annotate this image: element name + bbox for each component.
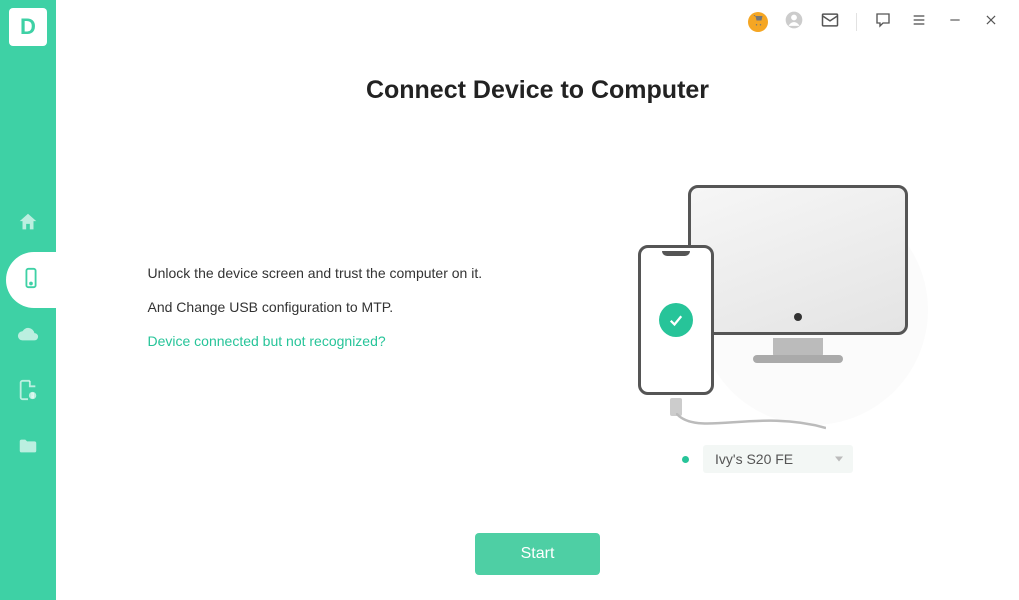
account-icon [784, 10, 804, 35]
device-illustration [618, 165, 918, 425]
illustration-column: Ivy's S20 FE [608, 165, 928, 473]
phone-icon [20, 267, 42, 294]
cart-button[interactable] [748, 12, 768, 32]
titlebar-divider [856, 13, 857, 31]
menu-icon [911, 12, 927, 33]
file-alert-icon: ! [17, 379, 39, 406]
status-dot [682, 456, 689, 463]
mail-icon [820, 10, 840, 35]
device-row: Ivy's S20 FE [682, 445, 853, 473]
cloud-icon [17, 323, 39, 350]
feedback-icon [874, 11, 892, 34]
instruction-line-1: Unlock the device screen and trust the c… [148, 265, 568, 281]
instruction-line-2: And Change USB configuration to MTP. [148, 299, 568, 315]
close-icon [984, 13, 998, 32]
start-button[interactable]: Start [475, 533, 601, 575]
sidebar-item-home[interactable] [0, 196, 56, 252]
device-select[interactable]: Ivy's S20 FE [703, 445, 853, 473]
page-title: Connect Device to Computer [366, 76, 709, 105]
home-icon [17, 211, 39, 238]
sidebar-item-cloud[interactable] [0, 308, 56, 364]
folder-icon [17, 435, 39, 462]
help-link[interactable]: Device connected but not recognized? [148, 333, 568, 349]
menu-button[interactable] [909, 12, 929, 32]
app-logo-letter: D [20, 14, 36, 40]
close-button[interactable] [981, 12, 1001, 32]
phone-graphic [638, 245, 714, 395]
cable-graphic [676, 413, 826, 443]
sidebar-item-device[interactable] [6, 252, 56, 308]
cart-icon [752, 13, 764, 31]
sidebar-item-folder[interactable] [0, 420, 56, 476]
app-logo: D [9, 8, 47, 46]
sidebar-item-file-alert[interactable]: ! [0, 364, 56, 420]
sidebar: D ! [0, 0, 56, 600]
titlebar [56, 0, 1019, 44]
device-select-label: Ivy's S20 FE [715, 451, 793, 467]
minimize-icon [948, 13, 962, 32]
feedback-button[interactable] [873, 12, 893, 32]
mail-button[interactable] [820, 12, 840, 32]
minimize-button[interactable] [945, 12, 965, 32]
content-area: Connect Device to Computer Unlock the de… [56, 44, 1019, 600]
account-button[interactable] [784, 12, 804, 32]
instructions-column: Unlock the device screen and trust the c… [148, 165, 568, 349]
check-icon [659, 303, 693, 337]
